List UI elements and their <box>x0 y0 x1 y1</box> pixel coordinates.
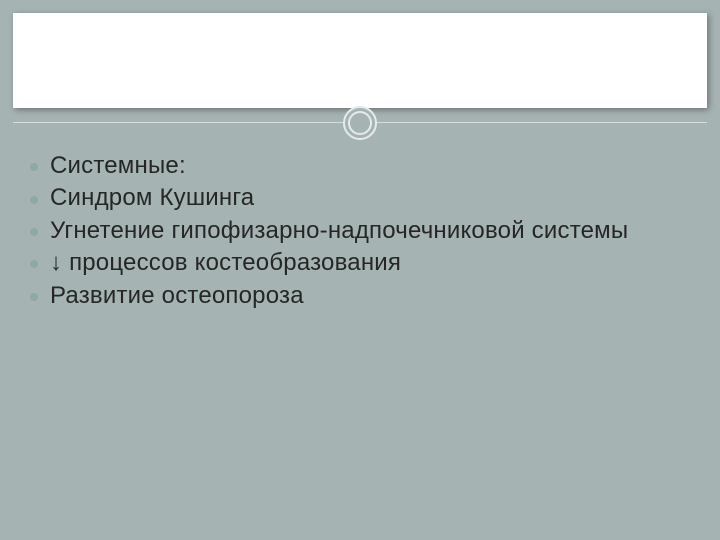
title-panel <box>13 13 707 108</box>
list-item: ↓ процессов костеобразования <box>28 247 692 279</box>
bullet-list: Системные: Синдром Кушинга Угнетение гип… <box>28 150 692 312</box>
content-area: Системные: Синдром Кушинга Угнетение гип… <box>28 150 692 312</box>
list-item: Синдром Кушинга <box>28 182 692 214</box>
bullet-text: Системные: <box>50 152 186 179</box>
bullet-text: Угнетение гипофизарно-надпочечниковой си… <box>50 217 628 244</box>
list-item: Развитие остеопороза <box>28 280 692 312</box>
slide: Системные: Синдром Кушинга Угнетение гип… <box>0 0 720 540</box>
ornament-circle-icon <box>343 106 377 140</box>
list-item: Угнетение гипофизарно-надпочечниковой си… <box>28 215 692 247</box>
bullet-text: ↓ процессов костеобразования <box>50 249 401 276</box>
bullet-text: Развитие остеопороза <box>50 282 304 309</box>
list-item: Системные: <box>28 150 692 182</box>
divider <box>13 122 707 123</box>
bullet-text: Синдром Кушинга <box>50 184 254 211</box>
